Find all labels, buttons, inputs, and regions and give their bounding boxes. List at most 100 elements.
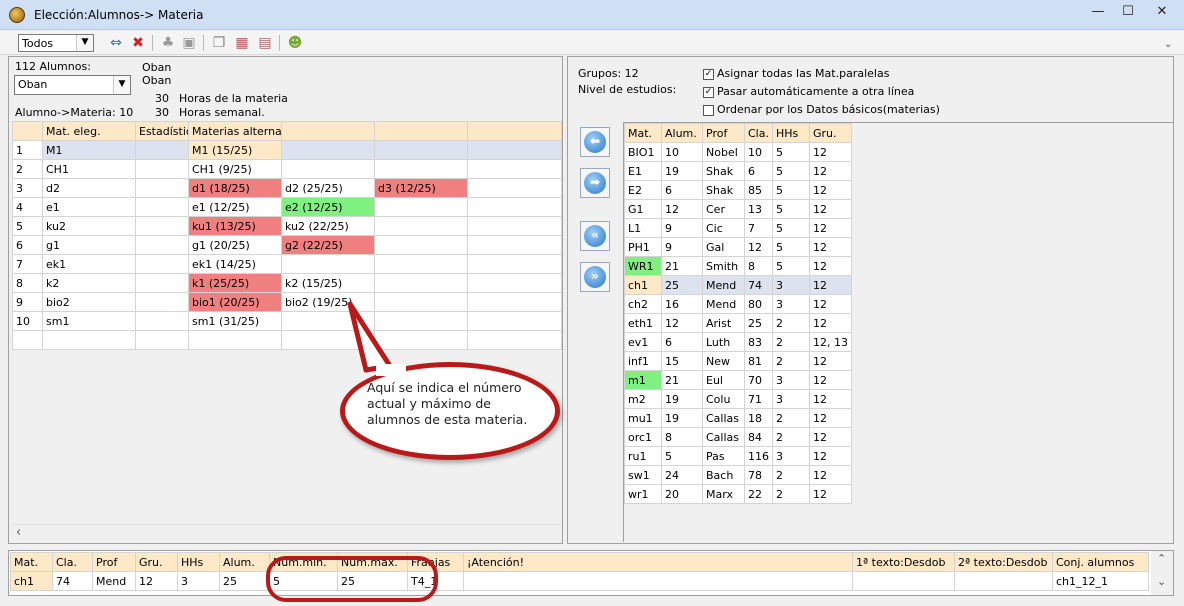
table-delete-icon[interactable]: ▦ xyxy=(233,34,251,52)
alternative-subject-cell[interactable] xyxy=(467,159,562,179)
detail-value-cell[interactable] xyxy=(852,571,955,591)
alternative-subject-cell[interactable] xyxy=(374,197,468,217)
alternative-subject-cell[interactable]: g2 (22/25) xyxy=(281,235,375,255)
alternative-subject-cell[interactable] xyxy=(467,178,562,198)
alternative-subject-cell[interactable] xyxy=(374,216,468,236)
alternative-subject-cell[interactable] xyxy=(281,254,375,274)
alternative-subject-cell[interactable]: k1 (25/25) xyxy=(188,273,282,293)
tree-icon[interactable]: ♣ xyxy=(159,34,177,52)
chosen-subject-cell[interactable] xyxy=(42,330,136,350)
subject-row[interactable]: PH1 9 Gal 12 5 12 xyxy=(624,237,852,257)
subject-row[interactable]: ch1 25 Mend 74 3 12 xyxy=(624,275,852,295)
alternative-subject-cell[interactable]: d3 (12/25) xyxy=(374,178,468,198)
subject-row[interactable]: E2 6 Shak 85 5 12 xyxy=(624,180,852,200)
student-row[interactable]: 9 bio2 bio1 (20/25) bio2 (19/25) xyxy=(12,292,562,312)
subject-row[interactable]: ch2 16 Mend 80 3 12 xyxy=(624,294,852,314)
subject-row[interactable]: sw1 24 Bach 78 2 12 xyxy=(624,465,852,485)
alternative-subject-cell[interactable] xyxy=(467,216,562,236)
chosen-subject-cell[interactable]: sm1 xyxy=(42,311,136,331)
detail-value-cell[interactable]: 5 xyxy=(269,571,338,591)
alternative-subject-cell[interactable] xyxy=(281,159,375,179)
student-row[interactable]: 2 CH1 CH1 (9/25) xyxy=(12,159,562,179)
alternative-subject-cell[interactable]: d1 (18/25) xyxy=(188,178,282,198)
subject-row[interactable]: ev1 6 Luth 83 2 12, 13 xyxy=(624,332,852,352)
subject-row[interactable]: inf1 15 New 81 2 12 xyxy=(624,351,852,371)
alternative-subject-cell[interactable]: e1 (12/25) xyxy=(188,197,282,217)
alternative-subject-cell[interactable] xyxy=(188,330,282,350)
scroll-left-icon[interactable]: ‹ xyxy=(16,525,21,540)
subject-row[interactable]: WR1 21 Smith 8 5 12 xyxy=(624,256,852,276)
chosen-subject-cell[interactable]: M1 xyxy=(42,140,136,160)
windows-icon[interactable]: ❐ xyxy=(210,34,228,52)
alternative-subject-cell[interactable]: ku1 (13/25) xyxy=(188,216,282,236)
close-button[interactable]: ✕ xyxy=(1145,0,1179,24)
subject-row[interactable]: L1 9 Cic 7 5 12 xyxy=(624,218,852,238)
detail-value-cell[interactable]: T4_1 xyxy=(407,571,464,591)
detail-value-cell[interactable]: 25 xyxy=(219,571,270,591)
auto-next-line-checkbox[interactable]: ✓ xyxy=(703,87,714,98)
student-row[interactable]: 10 sm1 sm1 (31/25) xyxy=(12,311,562,331)
chosen-subject-cell[interactable]: CH1 xyxy=(42,159,136,179)
alternative-subject-cell[interactable] xyxy=(467,254,562,274)
alternative-subject-cell[interactable]: bio1 (20/25) xyxy=(188,292,282,312)
subject-row[interactable]: BIO1 10 Nobel 10 5 12 xyxy=(624,142,852,162)
student-row[interactable]: 5 ku2 ku1 (13/25) ku2 (22/25) xyxy=(12,216,562,236)
alternative-subject-cell[interactable] xyxy=(467,140,562,160)
alternative-subject-cell[interactable]: e2 (12/25) xyxy=(281,197,375,217)
alternative-subject-cell[interactable]: ek1 (14/25) xyxy=(188,254,282,274)
move-left-button[interactable]: ⬅ xyxy=(580,127,610,157)
detail-value-cell[interactable]: 12 xyxy=(135,571,178,591)
alternative-subject-cell[interactable] xyxy=(467,235,562,255)
detail-value-cell[interactable]: 3 xyxy=(177,571,220,591)
lock-icon[interactable]: ▣ xyxy=(180,34,198,52)
sort-basic-data-checkbox[interactable] xyxy=(703,105,714,116)
scroll-down-icon[interactable]: ⌄ xyxy=(1157,575,1166,588)
chosen-subject-cell[interactable]: k2 xyxy=(42,273,136,293)
alternative-subject-cell[interactable] xyxy=(467,197,562,217)
chosen-subject-cell[interactable]: e1 xyxy=(42,197,136,217)
alternative-subject-cell[interactable] xyxy=(467,292,562,312)
alternative-subject-cell[interactable] xyxy=(374,235,468,255)
alternative-subject-cell[interactable]: d2 (25/25) xyxy=(281,178,375,198)
subject-row[interactable]: eth1 12 Arist 25 2 12 xyxy=(624,313,852,333)
detail-value-cell[interactable]: Mend xyxy=(92,571,136,591)
alternative-subject-cell[interactable] xyxy=(281,140,375,160)
detail-value-cell[interactable]: 25 xyxy=(337,571,408,591)
subject-row[interactable]: G1 12 Cer 13 5 12 xyxy=(624,199,852,219)
chevron-down-icon[interactable]: ▼ xyxy=(113,76,130,94)
filter-combo[interactable]: Todos ▼ xyxy=(18,34,94,52)
subject-row[interactable]: m1 21 Eul 70 3 12 xyxy=(624,370,852,390)
chosen-subject-cell[interactable]: bio2 xyxy=(42,292,136,312)
student-row[interactable] xyxy=(12,330,562,350)
users-icon[interactable]: ☻ xyxy=(286,34,304,52)
chosen-subject-cell[interactable]: d2 xyxy=(42,178,136,198)
alternative-subject-cell[interactable]: ku2 (22/25) xyxy=(281,216,375,236)
subject-row[interactable]: orc1 8 Callas 84 2 12 xyxy=(624,427,852,447)
swap-icon[interactable]: ⇔ xyxy=(107,34,125,52)
subject-row[interactable]: wr1 20 Marx 22 2 12 xyxy=(624,484,852,504)
alternative-subject-cell[interactable] xyxy=(467,273,562,293)
chevron-down-icon[interactable]: ▼ xyxy=(76,35,93,51)
alternative-subject-cell[interactable]: M1 (15/25) xyxy=(188,140,282,160)
subject-row[interactable]: mu1 19 Callas 18 2 12 xyxy=(624,408,852,428)
student-row[interactable]: 4 e1 e1 (12/25) e2 (12/25) xyxy=(12,197,562,217)
chosen-subject-cell[interactable]: g1 xyxy=(42,235,136,255)
table-icon[interactable]: ▤ xyxy=(256,34,274,52)
move-right-button[interactable]: ➡ xyxy=(580,168,610,198)
subject-row[interactable]: m2 19 Colu 71 3 12 xyxy=(624,389,852,409)
scroll-up-icon[interactable]: ⌃ xyxy=(1157,552,1166,565)
vertical-scrollbar[interactable]: ⌃ ⌄ xyxy=(1151,551,1173,595)
move-all-right-button[interactable]: » xyxy=(580,262,610,292)
alternative-subject-cell[interactable] xyxy=(467,330,562,350)
chosen-subject-cell[interactable]: ku2 xyxy=(42,216,136,236)
student-row[interactable]: 3 d2 d1 (18/25) d2 (25/25) d3 (12/25) xyxy=(12,178,562,198)
chosen-subject-cell[interactable]: ek1 xyxy=(42,254,136,274)
detail-value-cell[interactable] xyxy=(463,571,853,591)
alternative-subject-cell[interactable]: CH1 (9/25) xyxy=(188,159,282,179)
subject-row[interactable]: E1 19 Shak 6 5 12 xyxy=(624,161,852,181)
student-row[interactable]: 8 k2 k1 (25/25) k2 (15/25) xyxy=(12,273,562,293)
detail-value-cell[interactable]: ch1_12_1 xyxy=(1052,571,1149,591)
student-row[interactable]: 7 ek1 ek1 (14/25) xyxy=(12,254,562,274)
alternative-subject-cell[interactable] xyxy=(374,159,468,179)
student-select[interactable]: Oban ▼ xyxy=(14,75,131,95)
